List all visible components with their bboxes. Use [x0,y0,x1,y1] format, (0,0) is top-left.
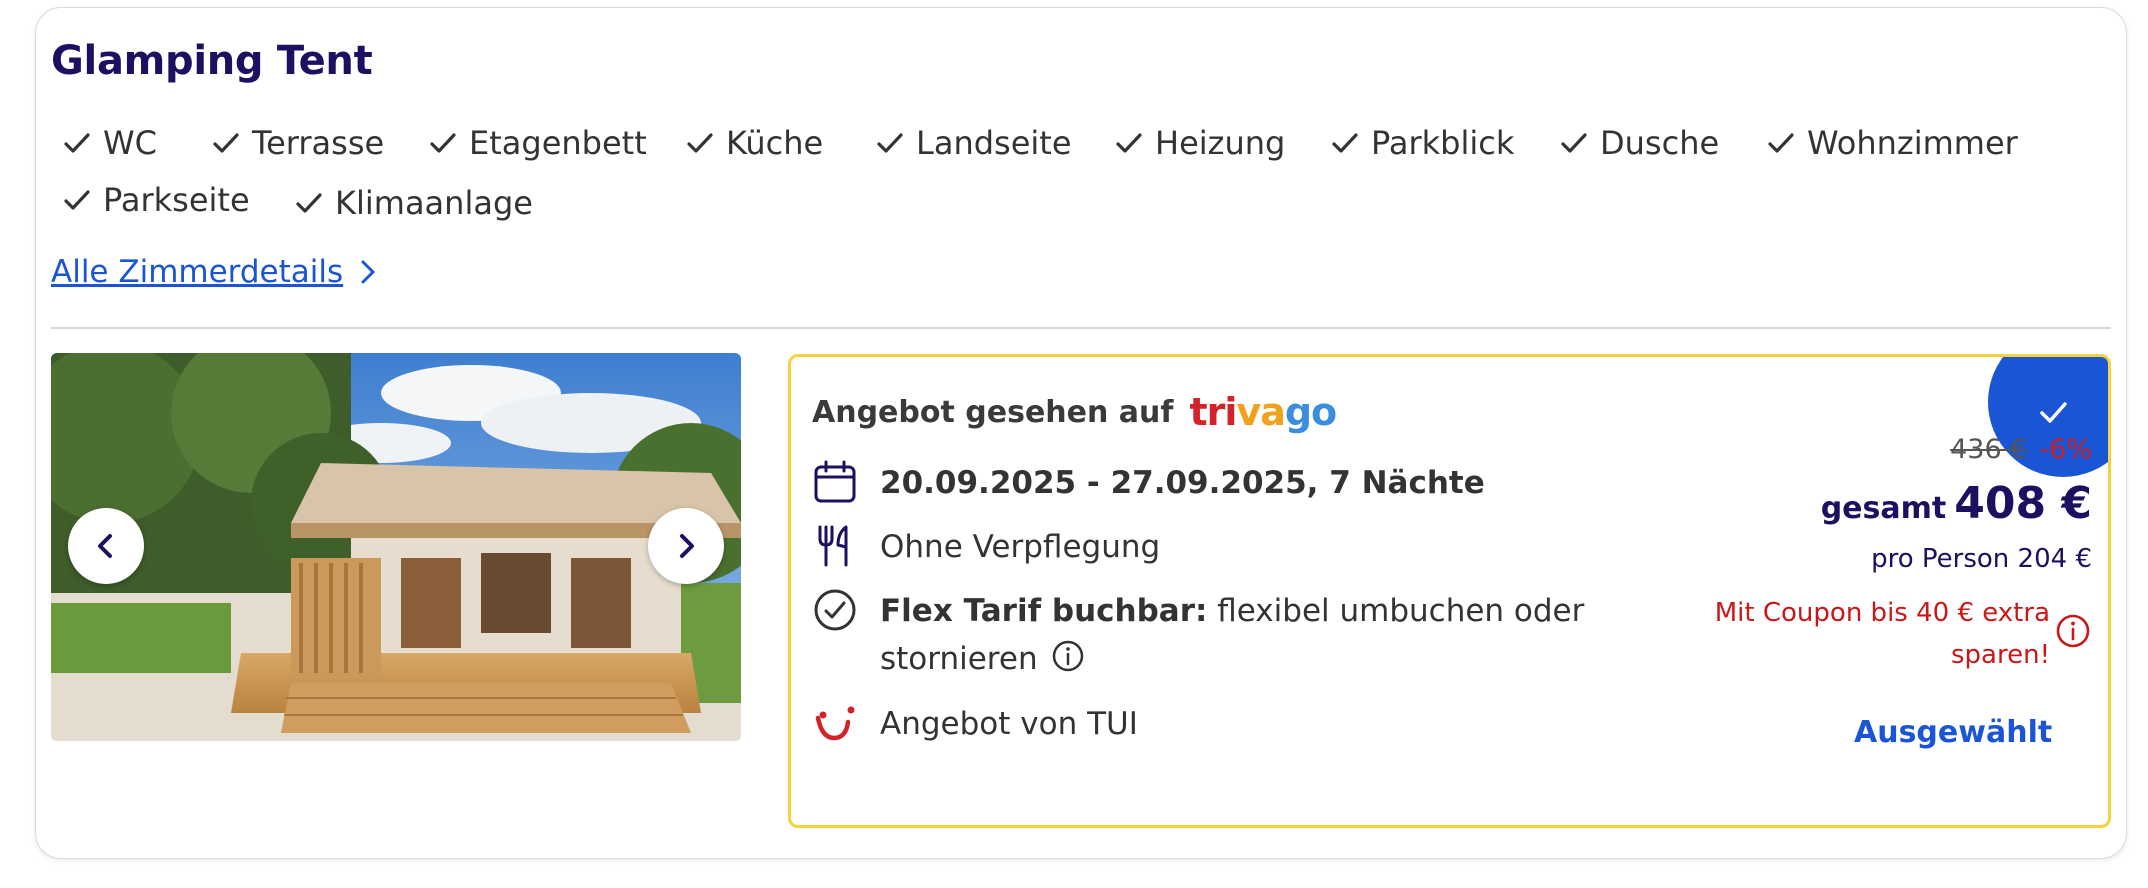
trivago-logo-letter: r [1206,390,1226,434]
travel-dates: 20.09.2025 - 27.09.2025, 7 Nächte [880,465,1485,501]
amenity-item: Landseite [874,124,1072,162]
trivago-logo-letter: o [1311,390,1337,434]
coupon-text: Mit Coupon bis 40 € extra [1714,598,2050,628]
amenity-label: Etagenbett [469,124,647,162]
room-photo[interactable] [51,353,741,741]
checkmark-icon [877,133,903,153]
provider-row: Angebot von TUI [812,700,1138,748]
amenity-item: Etagenbett [427,124,647,162]
amenity-label: WC [103,124,157,162]
amenity-item: Dusche [1558,124,1719,162]
checkmark-icon [64,133,90,153]
amenity-label: Wohnzimmer [1807,124,2018,162]
section-divider [51,327,2111,329]
coupon-text-2: sparen! [1951,640,2050,670]
per-person-price: pro Person 204 € [1871,544,2092,574]
info-icon[interactable] [2055,613,2091,649]
amenity-label: Klimaanlage [335,184,533,222]
coupon-hint: Mit Coupon bis 40 € extra sparen! [1700,592,2050,676]
dates-row: 20.09.2025 - 27.09.2025, 7 Nächte [812,459,1485,507]
amenity-item: Terrasse [210,124,384,162]
checkmark-icon [1116,133,1142,153]
check-circle-icon [814,589,856,631]
checkmark-icon [1561,133,1587,153]
flex-tariff-label: Flex Tarif buchbar: [880,593,1208,629]
checkmark-icon [1768,133,1794,153]
amenity-item: Wohnzimmer [1765,124,2018,162]
trivago-logo-letter: t [1189,390,1207,434]
amenity-label: Landseite [916,124,1072,162]
board-row: Ohne Verpflegung [812,523,1160,571]
flex-tariff-text: flexibel umbuchen oder [1217,593,1585,629]
trivago-logo: trivago [1189,390,1337,434]
checkmark-icon [430,133,456,153]
glamping-tent-photo [51,353,741,741]
checkmark-icon [1332,133,1358,153]
seen-on-label: Angebot gesehen auf trivago [812,390,1337,434]
old-price: 436 € [1950,434,2028,465]
amenity-label: Terrasse [252,124,385,162]
flex-tariff-text-2: stornieren [880,641,1038,677]
room-title: Glamping Tent [51,38,373,84]
discount-badge: -6% [2039,434,2092,465]
chevron-right-icon [680,534,694,558]
tui-logo-icon [815,706,855,741]
seen-on-text: Angebot gesehen auf [812,394,1174,430]
gallery-prev-button[interactable] [68,508,144,584]
total-price-row: gesamt 408 € [1821,478,2092,529]
amenity-item: Heizung [1113,124,1285,162]
selected-button[interactable]: Ausgewählt [1854,715,2052,750]
trivago-logo-letter: v [1236,390,1261,434]
amenity-item: WC [61,124,157,162]
total-price: 408 € [1954,478,2092,529]
amenity-item: Küche [684,124,823,162]
provider-name: Angebot von TUI [880,706,1138,742]
amenity-label: Parkblick [1371,124,1515,162]
cutlery-icon [818,525,848,567]
info-icon[interactable] [1051,639,1085,673]
trivago-logo-letter: a [1260,390,1286,434]
checkmark-icon [213,133,239,153]
amenity-label: Küche [726,124,824,162]
amenity-label: Dusche [1600,124,1720,162]
gallery-next-button[interactable] [648,508,724,584]
calendar-icon [814,460,856,503]
trivago-logo-letter: g [1284,390,1312,434]
checkmark-icon [687,133,713,153]
amenity-label: Heizung [1155,124,1286,162]
flex-row: Flex Tarif buchbar: flexibel umbuchen od… [812,587,1584,683]
total-label: gesamt [1820,491,1947,526]
chevron-right-icon [361,260,375,284]
room-details-label: Alle Zimmerdetails [51,254,344,290]
checkmark-icon [64,190,90,210]
amenity-item: Parkblick [1329,124,1514,162]
board-type: Ohne Verpflegung [880,529,1161,565]
room-details-link[interactable]: Alle Zimmerdetails [51,254,379,290]
old-price-row: 436 € -6% [1950,434,2092,465]
amenity-item: Parkseite [61,181,250,219]
checkmark-icon [296,193,322,213]
chevron-left-icon [98,534,112,558]
trivago-logo-letter: i [1224,390,1237,434]
checkmark-icon [2040,402,2067,423]
amenity-item: Klimaanlage [293,184,533,222]
amenity-label: Parkseite [103,181,250,219]
